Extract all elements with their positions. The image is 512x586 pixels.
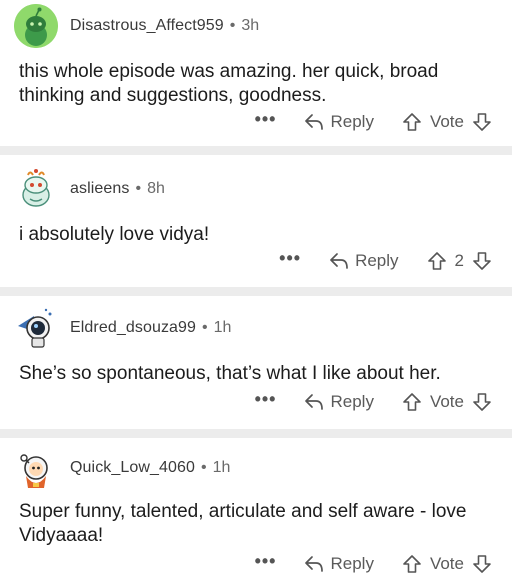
reply-button[interactable]: Reply bbox=[304, 392, 374, 412]
snoo-avatar-icon bbox=[14, 4, 58, 48]
divider bbox=[0, 146, 512, 155]
reply-label: Reply bbox=[330, 112, 374, 131]
vote-control: Vote bbox=[402, 392, 492, 412]
avatar[interactable] bbox=[14, 4, 58, 48]
reply-label: Reply bbox=[330, 554, 374, 573]
divider bbox=[0, 429, 512, 438]
downvote-icon[interactable] bbox=[472, 251, 492, 271]
timestamp: 3h bbox=[241, 17, 260, 34]
comment-actions: ••• Reply Vote bbox=[255, 110, 492, 132]
comment: Disastrous_Affect959 • 3h this whole epi… bbox=[0, 0, 512, 146]
reply-button[interactable]: Reply bbox=[304, 554, 374, 574]
timestamp: 1h bbox=[212, 459, 231, 476]
comment-text: i absolutely love vidya! bbox=[19, 224, 210, 245]
reply-button[interactable]: Reply bbox=[304, 112, 374, 132]
comment-header: Disastrous_Affect959 • 3h bbox=[14, 4, 259, 48]
reply-arrow-icon bbox=[305, 394, 324, 410]
comment-text: Super funny, talented, articulate and se… bbox=[19, 501, 467, 546]
separator: • bbox=[229, 17, 236, 34]
reply-label: Reply bbox=[355, 251, 399, 270]
reply-button[interactable]: Reply bbox=[329, 251, 399, 271]
reply-arrow-icon bbox=[305, 556, 324, 572]
comment-actions: ••• Reply 2 bbox=[279, 249, 492, 271]
upvote-icon[interactable] bbox=[402, 392, 422, 412]
avatar[interactable] bbox=[14, 306, 58, 350]
separator: • bbox=[202, 319, 208, 336]
more-options-button[interactable]: ••• bbox=[255, 390, 277, 410]
upvote-icon[interactable] bbox=[402, 112, 422, 132]
snoo-avatar-icon bbox=[20, 454, 48, 488]
username[interactable]: Disastrous_Affect959 bbox=[70, 17, 224, 35]
vote-control: Vote bbox=[402, 554, 492, 574]
more-options-button[interactable]: ••• bbox=[255, 552, 277, 572]
comment-actions: ••• Reply Vote bbox=[255, 390, 492, 412]
comment: Eldred_dsouza99 • 1h She’s so spontaneou… bbox=[0, 296, 512, 429]
separator: • bbox=[135, 180, 142, 197]
timestamp: 8h bbox=[147, 180, 165, 197]
reply-arrow-icon bbox=[305, 114, 324, 130]
comment-feed: Disastrous_Affect959 • 3h this whole epi… bbox=[0, 0, 512, 586]
timestamp: 1h bbox=[213, 319, 232, 336]
vote-control: Vote bbox=[402, 112, 492, 132]
more-options-button[interactable]: ••• bbox=[255, 110, 277, 130]
downvote-icon[interactable] bbox=[472, 392, 492, 412]
vote-control: 2 bbox=[427, 251, 492, 271]
divider bbox=[0, 287, 512, 296]
username[interactable]: Quick_Low_4060 bbox=[70, 459, 195, 477]
username[interactable]: aslieens bbox=[70, 180, 130, 198]
comment-text: She’s so spontaneous, that’s what I like… bbox=[19, 363, 441, 384]
avatar[interactable] bbox=[14, 446, 58, 490]
comment-text: this whole episode was amazing. her quic… bbox=[19, 61, 439, 106]
vote-count: Vote bbox=[429, 112, 464, 131]
vote-count: Vote bbox=[429, 392, 464, 411]
downvote-icon[interactable] bbox=[472, 554, 492, 574]
comment: Quick_Low_4060 • 1h Super funny, talente… bbox=[0, 438, 512, 586]
snoo-avatar-icon bbox=[22, 169, 50, 207]
downvote-icon[interactable] bbox=[472, 112, 492, 132]
vote-count: Vote bbox=[429, 554, 464, 573]
comment-actions: ••• Reply Vote bbox=[255, 552, 492, 574]
username[interactable]: Eldred_dsouza99 bbox=[70, 319, 196, 337]
reply-arrow-icon bbox=[330, 253, 348, 269]
more-options-button[interactable]: ••• bbox=[279, 249, 301, 269]
upvote-icon[interactable] bbox=[402, 554, 422, 574]
comment-header: aslieens • 8h bbox=[14, 167, 165, 211]
separator: • bbox=[201, 459, 207, 476]
avatar[interactable] bbox=[14, 167, 58, 211]
snoo-avatar-icon bbox=[18, 308, 52, 348]
vote-count: 2 bbox=[454, 251, 464, 270]
comment-header: Quick_Low_4060 • 1h bbox=[14, 446, 230, 490]
upvote-icon[interactable] bbox=[427, 251, 447, 271]
comment: aslieens • 8h i absolutely love vidya! •… bbox=[0, 155, 512, 287]
comment-header: Eldred_dsouza99 • 1h bbox=[14, 306, 231, 350]
reply-label: Reply bbox=[330, 392, 374, 411]
